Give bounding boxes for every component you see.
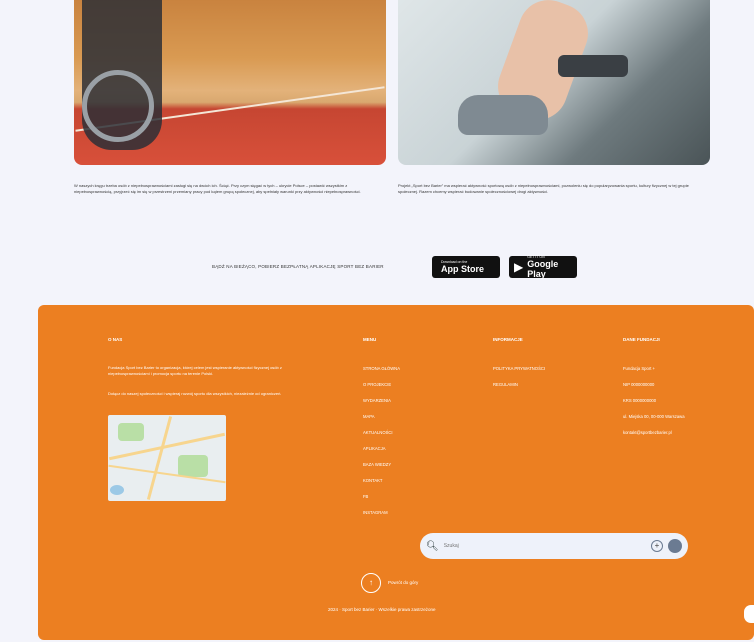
footer-search-input[interactable] — [443, 543, 646, 549]
app-promo-text: BĄDŹ NA BIEŻĄCO, POBIERZ BEZPŁATNĄ APLIK… — [212, 264, 384, 269]
footer-menu-item[interactable]: AKTUALNOŚCI — [363, 425, 400, 441]
footer-info-list: POLITYKA PRYWATNOŚCI REGULAMIN — [493, 361, 545, 393]
footer-org-item: ul. Miejska 00, 00-000 Warszawa — [623, 414, 685, 419]
footer-about-heading: O NAS — [108, 337, 123, 342]
fitness-training-photo — [398, 0, 710, 165]
search-icon[interactable]: 🔍︎ — [426, 541, 439, 552]
footer-about-text-2: Dołącz do naszej społeczności i wspieraj… — [108, 391, 282, 396]
footer-menu-item[interactable]: STRONA GŁÓWNA — [363, 361, 400, 377]
footer-menu-item[interactable]: KONTAKT — [363, 473, 400, 489]
google-play-label: Google Play — [527, 259, 559, 279]
footer-menu-heading: MENU — [363, 337, 377, 342]
accessibility-icon[interactable] — [668, 539, 682, 553]
site-footer: O NAS Fundacja Sport bez Barier to organ… — [38, 305, 754, 640]
app-store-button[interactable]: Download on the App Store — [432, 256, 500, 278]
wheelchair-sport-photo — [74, 0, 386, 165]
footer-menu-item[interactable]: APLIKACJA — [363, 441, 400, 457]
footer-info-item[interactable]: POLITYKA PRYWATNOŚCI — [493, 361, 545, 377]
left-caption: W naszych kręgu trzeba osób z niepełnosp… — [74, 183, 361, 194]
app-store-label: App Store — [441, 264, 485, 274]
google-play-button[interactable]: ▶ GET IT ON Google Play — [509, 255, 577, 279]
footer-org-list: Fundacja Sport + NIP 0000000000 KRS 0000… — [623, 361, 685, 441]
side-widget-tab[interactable] — [744, 605, 754, 623]
footer-menu-item[interactable]: MAPA — [363, 409, 400, 425]
app-download-row: BĄDŹ NA BIEŻĄCO, POBIERZ BEZPŁATNĄ APLIK… — [0, 255, 754, 279]
footer-menu-item[interactable]: FB — [363, 489, 400, 505]
footer-org-item: Fundacja Sport + — [623, 366, 656, 371]
footer-org-item[interactable]: kontakt@sportbezbarier.pl — [623, 425, 685, 441]
footer-org-heading: DANE FUNDACJI — [623, 337, 660, 342]
footer-org-item: KRS 0000000000 — [623, 398, 657, 403]
footer-menu-item[interactable]: O PROJEKCIE — [363, 377, 400, 393]
google-play-icon: ▶ — [514, 260, 524, 274]
footer-info-heading: INFORMACJE — [493, 337, 523, 342]
add-icon[interactable]: + — [651, 540, 663, 552]
location-map[interactable] — [108, 415, 226, 501]
footer-menu-item[interactable]: WYDARZENIA — [363, 393, 400, 409]
back-to-top-label[interactable]: Powrót do góry — [388, 580, 418, 585]
footer-menu-item[interactable]: INSTAGRAM — [363, 505, 400, 521]
footer-search-bar: 🔍︎ + — [420, 533, 688, 559]
footer-menu-list: STRONA GŁÓWNA O PROJEKCIE WYDARZENIA MAP… — [363, 361, 400, 521]
footer-about-text: Fundacja Sport bez Barier to organizacja… — [108, 365, 282, 376]
back-to-top-button[interactable]: ↑ — [361, 573, 381, 593]
copyright-text: 2024 · Sport bez Barier · Wszelkie prawa… — [328, 607, 436, 612]
right-caption: Projekt „Sport bez Barier” ma wspierać a… — [398, 183, 689, 194]
footer-menu-item[interactable]: BAZA WIEDZY — [363, 457, 400, 473]
footer-org-item: NIP 0000000000 — [623, 382, 655, 387]
footer-info-item[interactable]: REGULAMIN — [493, 377, 545, 393]
